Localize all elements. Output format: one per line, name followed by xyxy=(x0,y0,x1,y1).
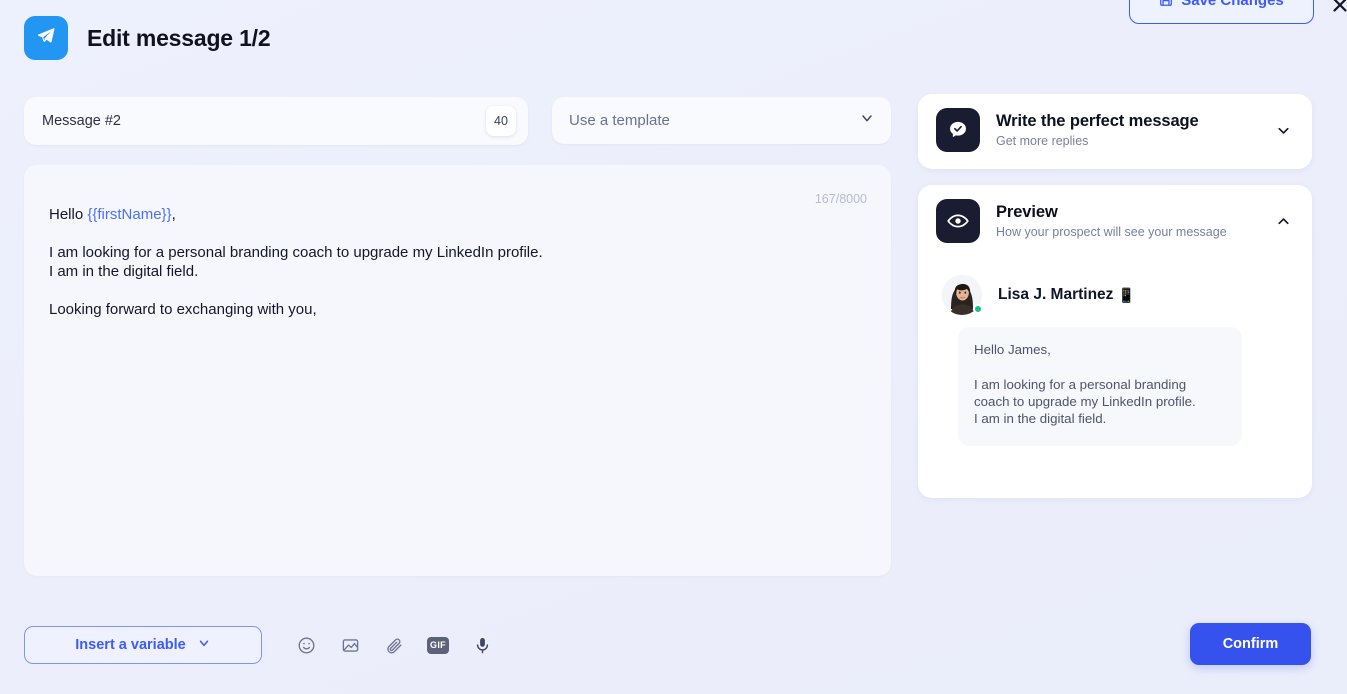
preview-sender-name-row: Lisa J. Martinez 📱 xyxy=(998,275,1135,315)
message-name-field[interactable]: Message #2 40 xyxy=(24,97,528,145)
preview-sender-row: Lisa J. Martinez 📱 xyxy=(918,275,1312,315)
save-changes-label: Save Changes xyxy=(1181,0,1284,9)
use-template-placeholder: Use a template xyxy=(569,112,670,129)
preview-body: Lisa J. Martinez 📱 Hello James, I am loo… xyxy=(918,275,1312,446)
gif-icon[interactable]: GIF xyxy=(424,631,452,659)
advice-card-texts: Write the perfect message Get more repli… xyxy=(996,112,1256,148)
preview-card: Preview How your prospect will see your … xyxy=(918,185,1312,498)
editor-tools: GIF xyxy=(292,631,496,659)
advice-card-title: Write the perfect message xyxy=(996,112,1199,130)
eye-icon xyxy=(936,199,980,243)
edit-message-modal: Save Changes Edit message 1/2 Message #2… xyxy=(0,0,1347,694)
preview-sender-name: Lisa J. Martinez xyxy=(998,286,1114,303)
message-body-text: I am looking for a personal branding coa… xyxy=(49,244,543,318)
write-perfect-message-card[interactable]: Write the perfect message Get more repli… xyxy=(918,94,1312,169)
gif-badge-label: GIF xyxy=(427,636,449,654)
advice-card-header: Write the perfect message Get more repli… xyxy=(918,94,1312,152)
use-template-select[interactable]: Use a template xyxy=(552,97,891,144)
message-editor[interactable]: 167/8000 Hello {{firstName}}, I am looki… xyxy=(24,165,891,576)
avatar xyxy=(942,275,983,315)
online-status-dot xyxy=(973,304,983,314)
insert-variable-label: Insert a variable xyxy=(75,637,186,653)
preview-card-subtitle: How your prospect will see your message xyxy=(996,225,1227,239)
preview-card-title: Preview xyxy=(996,203,1058,221)
mobile-phone-icon: 📱 xyxy=(1117,287,1135,303)
chevron-down-icon[interactable] xyxy=(1272,119,1294,141)
chevron-up-icon[interactable] xyxy=(1272,210,1294,232)
close-x-icon[interactable] xyxy=(1326,0,1347,19)
app-logo xyxy=(24,16,68,60)
chevron-down-icon xyxy=(859,110,875,131)
message-editor-content: Hello {{firstName}}, I am looking for a … xyxy=(49,205,866,319)
image-icon[interactable] xyxy=(336,631,364,659)
modal-header: Edit message 1/2 xyxy=(24,16,271,60)
chevron-down-icon xyxy=(197,636,211,654)
message-name-value: Message #2 xyxy=(42,113,121,129)
save-changes-button[interactable]: Save Changes xyxy=(1129,0,1314,24)
page-title: Edit message 1/2 xyxy=(87,24,271,51)
chat-check-icon xyxy=(936,108,980,152)
preview-message-bubble: Hello James, I am looking for a personal… xyxy=(958,327,1242,446)
insert-variable-button[interactable]: Insert a variable xyxy=(24,626,262,664)
variable-token[interactable]: {{firstName}} xyxy=(87,206,171,223)
character-counter: 167/8000 xyxy=(814,192,867,206)
preview-card-header[interactable]: Preview How your prospect will see your … xyxy=(918,185,1312,243)
greeting-suffix: , xyxy=(171,206,176,223)
save-disk-icon xyxy=(1159,0,1173,7)
emoji-icon[interactable] xyxy=(292,631,320,659)
preview-card-texts: Preview How your prospect will see your … xyxy=(996,203,1256,239)
message-count-badge: 40 xyxy=(486,106,516,136)
paper-plane-icon xyxy=(36,26,56,51)
greeting-prefix: Hello xyxy=(49,206,88,223)
confirm-button[interactable]: Confirm xyxy=(1190,623,1311,665)
advice-card-subtitle: Get more replies xyxy=(996,134,1089,148)
attachment-icon[interactable] xyxy=(380,631,408,659)
microphone-icon[interactable] xyxy=(468,631,496,659)
